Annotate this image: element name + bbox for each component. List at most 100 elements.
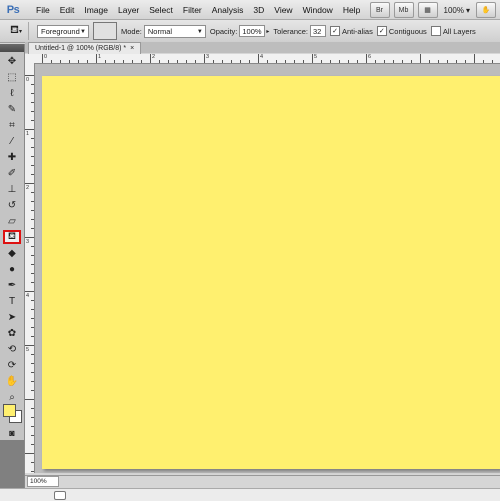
- menu-layer[interactable]: Layer: [113, 5, 144, 15]
- paint-bucket-icon: ⛾: [9, 24, 19, 36]
- status-zoom-field[interactable]: 100%: [27, 476, 59, 487]
- menu-image[interactable]: Image: [79, 5, 113, 15]
- clone-stamp-tool-icon: ⊥: [7, 183, 17, 195]
- hand-tool-button[interactable]: ✋: [3, 374, 21, 388]
- pen-tool-button[interactable]: ✒: [3, 278, 21, 292]
- menu-select[interactable]: Select: [144, 5, 178, 15]
- dodge-tool-button[interactable]: ●: [3, 262, 21, 276]
- quick-selection-tool-button[interactable]: ✎: [3, 102, 21, 116]
- status-zoom-value: 100%: [30, 478, 47, 485]
- fill-source-value: Foreground: [41, 26, 80, 36]
- opacity-label: Opacity:: [209, 26, 238, 36]
- eraser-tool-button[interactable]: ▱: [3, 214, 21, 228]
- tolerance-field[interactable]: 32: [310, 25, 326, 37]
- chevron-down-icon: ▼: [196, 28, 203, 35]
- application-bar: Br Mb ▦ 100% ▾ ✋: [369, 2, 496, 18]
- type-tool-button[interactable]: T: [3, 294, 21, 308]
- menu-items: File Edit Image Layer Select Filter Analysis 3D…: [31, 5, 365, 15]
- paint-bucket-tool-button[interactable]: ⛾: [3, 230, 21, 244]
- ruler-top-label: 2: [152, 54, 156, 60]
- anti-alias-checkbox[interactable]: ✓: [330, 26, 340, 36]
- chevron-down-icon: ▼: [80, 28, 86, 35]
- type-tool-icon: T: [8, 295, 16, 307]
- history-brush-tool-button[interactable]: ↺: [3, 198, 21, 212]
- menu-edit[interactable]: Edit: [55, 5, 80, 15]
- mode-select[interactable]: Normal ▼: [143, 24, 206, 38]
- tools-panel: ✥ ⬚ ℓ ✎ ⌗ ⁄ ✚ ✐ ⊥ ↺ ▱ ⛾ ◆ ● ✒ T ➤ ✿ ⟲ ⟳ ✋ ⌕ ◙: [0, 44, 25, 492]
- panel-grip[interactable]: [0, 44, 24, 52]
- launch-bridge-button[interactable]: Br: [369, 2, 390, 18]
- chevron-right-icon[interactable]: ▸: [266, 28, 269, 35]
- lasso-tool-button[interactable]: ℓ: [3, 86, 21, 100]
- quick-mask-button[interactable]: ◙: [3, 426, 21, 440]
- vertical-ruler[interactable]: 0 1 2 3 4 5: [25, 63, 35, 473]
- pattern-picker[interactable]: [93, 22, 117, 40]
- chevron-down-icon: ▾: [18, 28, 22, 35]
- crop-tool-icon: ⌗: [9, 119, 15, 131]
- dodge-tool-icon: ●: [8, 263, 16, 275]
- menu-window[interactable]: Window: [298, 5, 338, 15]
- path-selection-tool-button[interactable]: ➤: [3, 310, 21, 324]
- hand-tool-button[interactable]: ✋: [476, 2, 496, 18]
- zoom-level-select[interactable]: 100% ▾: [442, 6, 472, 15]
- menu-file[interactable]: File: [31, 5, 55, 15]
- photoshop-logo: Ps: [6, 3, 20, 16]
- zoom-tool-icon: ⌕: [9, 391, 15, 403]
- menu-help[interactable]: Help: [338, 5, 365, 15]
- anti-alias-label: Anti-alias: [342, 26, 373, 36]
- all-layers-checkbox[interactable]: [430, 26, 441, 36]
- foreground-color-swatch[interactable]: [3, 404, 16, 417]
- horizontal-ruler[interactable]: 0 1 2 3 4 5 6: [35, 54, 500, 64]
- healing-brush-tool-button[interactable]: ✚: [3, 150, 21, 164]
- ruler-left-label: 5: [26, 347, 30, 353]
- ruler-left-label: 2: [26, 185, 30, 191]
- chevron-down-icon: ▾: [465, 5, 470, 15]
- history-brush-tool-icon: ↺: [7, 199, 17, 211]
- menu-filter[interactable]: Filter: [178, 5, 207, 15]
- clone-stamp-tool-button[interactable]: ⊥: [3, 182, 21, 196]
- fill-source-select[interactable]: Foreground ▼: [37, 24, 89, 38]
- close-icon[interactable]: ×: [130, 45, 134, 52]
- document-tab-bar: Untitled-1 @ 100% (RGB/8) * ×: [25, 42, 500, 54]
- view-extras-button[interactable]: ▦: [417, 2, 438, 18]
- tool-preset-picker[interactable]: ⛾ ▾: [4, 22, 29, 40]
- hand-icon: ✋: [481, 7, 491, 14]
- eyedropper-tool-button[interactable]: ⁄: [3, 134, 21, 148]
- 3d-orbit-tool-icon: ⟳: [7, 359, 17, 371]
- ruler-top-label: 4: [260, 54, 264, 60]
- menu-view[interactable]: View: [269, 5, 297, 15]
- quick-mask-icon: ◙: [9, 428, 15, 438]
- menu-3d[interactable]: 3D: [248, 5, 269, 15]
- ruler-top-label: 0: [44, 54, 48, 60]
- status-bar: 100%: [25, 475, 500, 487]
- ruler-top-label: 5: [314, 54, 318, 60]
- contiguous-checkbox[interactable]: ✓: [376, 26, 387, 36]
- 3d-orbit-tool-button[interactable]: ⟳: [3, 358, 21, 372]
- checkmark-icon: ✓: [332, 27, 338, 35]
- ruler-top-label: 1: [98, 54, 102, 60]
- move-tool-icon: ✥: [7, 55, 17, 67]
- move-tool-button[interactable]: ✥: [3, 54, 21, 68]
- menu-analysis[interactable]: Analysis: [207, 5, 249, 15]
- blur-tool-button[interactable]: ◆: [3, 246, 21, 260]
- quick-selection-tool-icon: ✎: [7, 103, 17, 115]
- marquee-tool-button[interactable]: ⬚: [3, 70, 21, 84]
- opacity-value: 100%: [242, 26, 262, 36]
- pen-tool-icon: ✒: [7, 279, 17, 291]
- 3d-rotate-tool-button[interactable]: ⟲: [3, 342, 21, 356]
- document-tab[interactable]: Untitled-1 @ 100% (RGB/8) * ×: [28, 42, 142, 54]
- crop-tool-button[interactable]: ⌗: [3, 118, 21, 132]
- eraser-tool-icon: ▱: [8, 215, 16, 227]
- ruler-left-label: 0: [26, 77, 30, 83]
- horizontal-scrollbar[interactable]: [0, 488, 500, 501]
- brush-tool-button[interactable]: ✐: [3, 166, 21, 180]
- document-canvas[interactable]: [42, 76, 500, 469]
- eyedropper-tool-icon: ⁄: [11, 135, 13, 147]
- zoom-tool-button[interactable]: ⌕: [3, 390, 21, 404]
- launch-mini-bridge-button[interactable]: Mb: [393, 2, 414, 18]
- tolerance-label: Tolerance:: [273, 26, 308, 36]
- opacity-field[interactable]: 100%: [239, 25, 266, 37]
- contiguous-label: Contiguous: [388, 26, 427, 36]
- scrollbar-thumb[interactable]: [54, 491, 66, 500]
- shape-tool-button[interactable]: ✿: [3, 326, 21, 340]
